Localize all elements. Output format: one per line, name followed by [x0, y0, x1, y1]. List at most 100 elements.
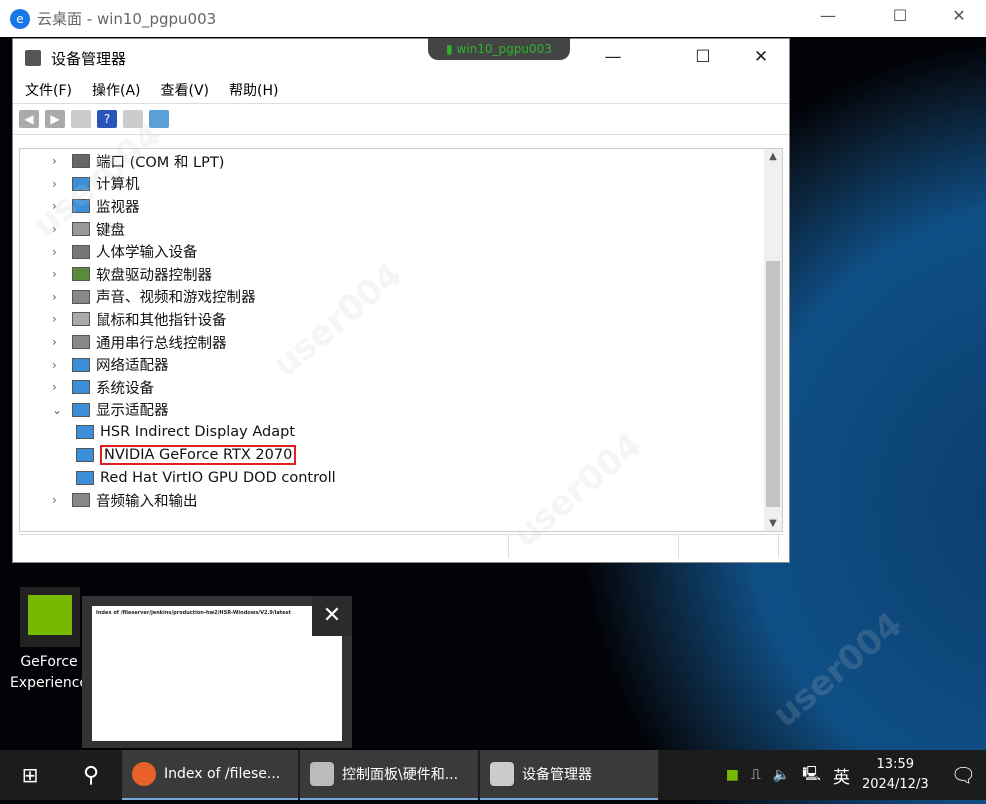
chevron-right-icon[interactable]: › [52, 267, 66, 281]
notification-icon[interactable]: 🗨 [951, 763, 976, 787]
show-hide-console-tree-icon[interactable] [71, 110, 91, 128]
chevron-right-icon[interactable]: › [52, 222, 66, 236]
device-category-icon [72, 176, 90, 191]
display-adapter-icon [76, 448, 94, 463]
scan-hardware-icon[interactable] [149, 110, 169, 128]
chevron-right-icon[interactable]: › [52, 290, 66, 304]
task-firefox[interactable]: Index of /filese... [122, 750, 298, 800]
device-category[interactable]: › 声音、视频和游戏控制器 [20, 286, 782, 309]
task-device-manager[interactable]: 设备管理器 [480, 750, 658, 800]
device-label: 人体学输入设备 [96, 245, 198, 262]
display-adapter-icon [76, 425, 94, 440]
chevron-right-icon[interactable]: › [52, 245, 66, 259]
device-category[interactable]: › 键盘 [20, 218, 782, 241]
cloud-desktop-logo-icon: e [10, 8, 30, 29]
geforce-experience-label[interactable]: GeForce Experience [6, 652, 92, 694]
device-manager-window: 设备管理器 — ☐ ✕ 文件(F) 操作(A) 查看(V) 帮助(H) ◀ ▶ … [12, 38, 790, 563]
network-icon[interactable]: 🖳 [802, 763, 821, 787]
device-label: HSR Indirect Display Adapt [100, 424, 296, 441]
chevron-right-icon[interactable]: › [52, 335, 66, 349]
dm-maximize-button[interactable]: ☐ [683, 47, 723, 67]
scroll-down-icon[interactable]: ▼ [764, 518, 782, 529]
chevron-right-icon[interactable]: › [52, 312, 66, 326]
device-category-icon [72, 244, 90, 259]
nvidia-logo-icon [28, 595, 72, 635]
maximize-button[interactable]: ☐ [885, 6, 915, 25]
session-tag[interactable]: ▮ win10_pgpu003 [428, 38, 570, 60]
device-category-icon [72, 267, 90, 282]
time: 13:59 [876, 757, 914, 772]
menu-help[interactable]: 帮助(H) [229, 80, 278, 100]
device-category[interactable]: › 音频输入和输出 [20, 489, 782, 512]
device-category-icon [72, 493, 90, 508]
scroll-thumb[interactable] [766, 261, 780, 507]
menu-view[interactable]: 查看(V) [161, 80, 210, 100]
device-category-icon [72, 357, 90, 372]
device-category-icon [72, 199, 90, 214]
device-category-icon [72, 312, 90, 327]
device-category[interactable]: › 系统设备 [20, 376, 782, 399]
search-icon[interactable]: ⚲ [60, 763, 122, 788]
close-button[interactable]: ✕ [944, 6, 974, 25]
scroll-up-icon[interactable]: ▲ [764, 151, 782, 162]
chevron-down-icon[interactable]: ⌄ [52, 403, 66, 417]
start-windows-icon[interactable]: ⊞ [0, 763, 60, 787]
minimize-button[interactable]: — [813, 6, 843, 25]
usb-icon[interactable]: ⎍ [751, 767, 761, 783]
nvidia-tray-icon[interactable]: ■ [726, 767, 739, 783]
device-tree: › 端口 (COM 和 LPT) › 计算机 › 监视器 › 键盘 › 人体学输入设备 › 软盘驱动器… [19, 148, 783, 532]
menu-file[interactable]: 文件(F) [25, 80, 72, 100]
device-label: 系统设备 [96, 380, 154, 397]
system-tray: ■ ⎍ 🔈 🖳 英 13:59 2024/12/3 🗨 [726, 755, 986, 795]
clock[interactable]: 13:59 2024/12/3 [862, 755, 929, 795]
dm-close-button[interactable]: ✕ [741, 47, 781, 67]
device-label: 监视器 [96, 199, 140, 216]
task-control-panel[interactable]: 控制面板\硬件和... [300, 750, 478, 800]
dm-minimize-button[interactable]: — [593, 47, 633, 67]
back-arrow-icon[interactable]: ◀ [19, 110, 39, 128]
outer-titlebar: e 云桌面 - win10_pgpu003 — ☐ ✕ [0, 0, 986, 37]
device-category[interactable]: › 软盘驱动器控制器 [20, 263, 782, 286]
device-item[interactable]: Red Hat VirtIO GPU DOD controll [20, 466, 782, 489]
help-icon[interactable]: ? [97, 110, 117, 128]
vertical-scrollbar[interactable]: ▲ ▼ [764, 149, 782, 531]
device-label: 端口 (COM 和 LPT) [96, 154, 225, 171]
chevron-right-icon[interactable]: › [52, 154, 66, 168]
device-category[interactable]: › 通用串行总线控制器 [20, 331, 782, 354]
device-category[interactable]: › 网络适配器 [20, 353, 782, 376]
taskbar: ⊞ ⚲ Index of /filese... 控制面板\硬件和... 设备管理… [0, 750, 986, 800]
task-label: Index of /filese... [164, 766, 281, 782]
preview-content: Index of /fileserver/jenkins/production-… [92, 606, 342, 741]
chevron-right-icon[interactable]: › [52, 358, 66, 372]
preview-close-button[interactable]: ✕ [312, 596, 352, 636]
device-category[interactable]: › 计算机 [20, 173, 782, 196]
device-label: NVIDIA GeForce RTX 2070 [100, 445, 297, 466]
device-category[interactable]: › 鼠标和其他指针设备 [20, 308, 782, 331]
taskbar-thumbnail-preview[interactable]: Index of /fileserver/jenkins/production-… [82, 596, 352, 748]
geforce-experience-shortcut[interactable] [20, 587, 80, 647]
device-category-icon [72, 289, 90, 304]
device-category[interactable]: › 人体学输入设备 [20, 240, 782, 263]
device-category-icon [72, 380, 90, 395]
chevron-right-icon[interactable]: › [52, 199, 66, 213]
device-label: 软盘驱动器控制器 [96, 267, 212, 284]
volume-icon[interactable]: 🔈 [773, 767, 790, 783]
chevron-right-icon[interactable]: › [52, 177, 66, 191]
device-category[interactable]: › 监视器 [20, 195, 782, 218]
device-item[interactable]: NVIDIA GeForce RTX 2070 [20, 444, 782, 467]
chevron-right-icon[interactable]: › [52, 493, 66, 507]
device-label: 通用串行总线控制器 [96, 335, 227, 352]
chevron-right-icon[interactable]: › [52, 380, 66, 394]
display-adapter-icon [76, 470, 94, 485]
forward-arrow-icon[interactable]: ▶ [45, 110, 65, 128]
show-action-pane-icon[interactable] [123, 110, 143, 128]
preview-title: Index of /fileserver/jenkins/production-… [96, 610, 291, 616]
dm-titlebar: 设备管理器 — ☐ ✕ [13, 39, 789, 77]
menu-action[interactable]: 操作(A) [92, 80, 141, 100]
device-item[interactable]: HSR Indirect Display Adapt [20, 421, 782, 444]
device-category[interactable]: ⌄ 显示适配器 [20, 399, 782, 422]
outer-title: 云桌面 - win10_pgpu003 [37, 10, 217, 28]
menu-bar: 文件(F) 操作(A) 查看(V) 帮助(H) [13, 77, 789, 103]
ime-indicator[interactable]: 英 [833, 763, 850, 788]
device-category[interactable]: › 端口 (COM 和 LPT) [20, 150, 782, 173]
